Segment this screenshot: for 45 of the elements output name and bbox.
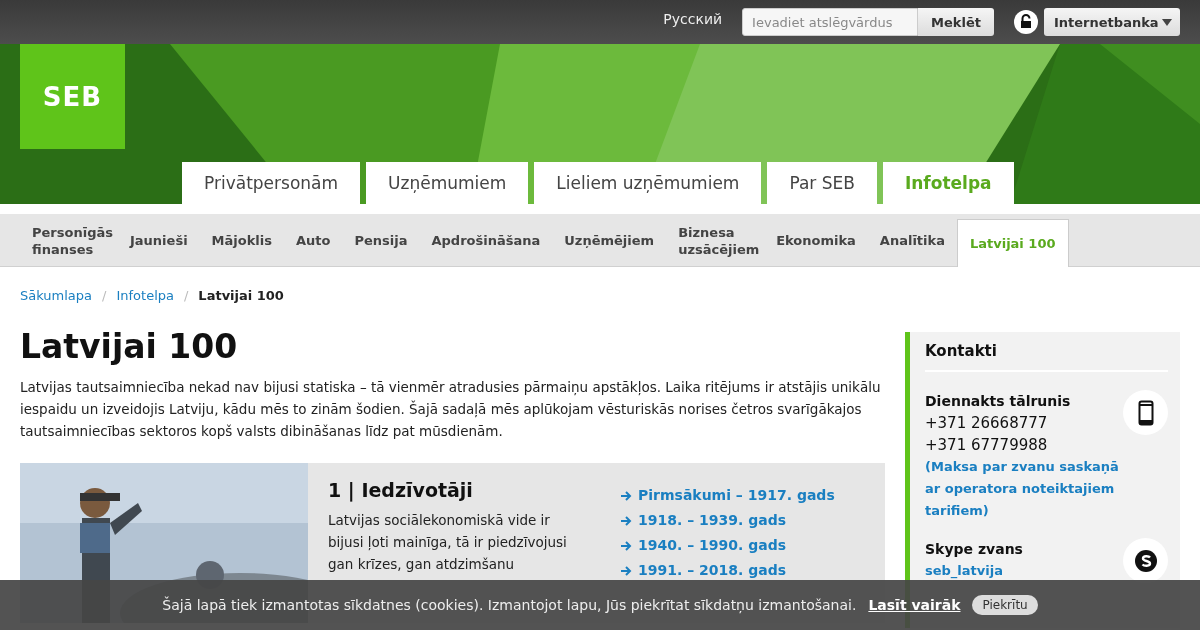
breadcrumb-separator: / xyxy=(102,288,107,303)
current-page-label: Latvijai 100 xyxy=(198,288,284,303)
lock-icon xyxy=(1014,10,1038,34)
breadcrumb-link[interactable]: Sākumlapa xyxy=(20,288,93,303)
contact-link[interactable]: seb_latvija xyxy=(925,560,1023,582)
language-link[interactable]: Русский xyxy=(663,11,723,27)
arrow-icon xyxy=(620,540,632,551)
page-title: Latvijai 100 xyxy=(20,327,239,366)
sub-nav-tab[interactable]: Analītika xyxy=(867,214,957,267)
main-nav-tab[interactable]: Par SEB xyxy=(767,162,877,204)
breadcrumb-separator: / xyxy=(183,288,189,303)
arrow-icon xyxy=(620,565,632,576)
sub-nav-tab[interactable]: Jaunieši xyxy=(118,214,200,267)
cookie-text: Šajā lapā tiek izmantotas sīkdatnes (cookies). Izmantojot lapu, Jūs piekrītat sīkdatņu izmantošanai. xyxy=(162,597,857,613)
arrow-icon xyxy=(620,490,632,501)
caret-icon xyxy=(1162,18,1172,26)
sub-nav-tab[interactable]: Pensija xyxy=(342,214,420,267)
breadcrumb-link[interactable]: Infotelpa xyxy=(116,288,174,303)
contact-label: Diennakts tālrunis xyxy=(925,392,1072,411)
main-nav-tab[interactable]: Uzņēmumiem xyxy=(366,162,529,204)
skype-icon xyxy=(1133,548,1158,573)
read-more-link[interactable]: Lasīt vairāk xyxy=(868,597,961,613)
main-nav-tab[interactable]: Lieliem uzņēmumiem xyxy=(534,162,762,204)
sub-nav-tab[interactable]: Mājoklis xyxy=(199,214,284,267)
contact-link[interactable]: (Maksa par zvanu saskaņā ar operatora noteiktajiem tarifiem) xyxy=(925,456,1123,522)
arrow-icon xyxy=(620,515,632,526)
sub-nav-tab[interactable]: Apdrošināšana xyxy=(419,214,553,267)
phone-number: +371 26668777 xyxy=(925,413,1049,434)
sub-nav-tab[interactable]: Personīgās finanses xyxy=(20,214,118,267)
internet-bank-dropdown[interactable]: Internetbanka xyxy=(1044,8,1180,36)
card-text: Latvijas sociālekonomiskā vide ir bijusi ļoti mainīga, tā ir piedzīvojusi gan krīzes, gan atdzimšanu xyxy=(328,511,568,574)
sub-nav-tab[interactable]: Auto xyxy=(284,214,343,267)
contact-label: Skype zvans xyxy=(925,540,1023,559)
search-field[interactable]: Ievadiet atslēgvārdus xyxy=(742,8,919,36)
panel-title: Kontakti xyxy=(925,342,1168,372)
phone-icon xyxy=(1137,399,1154,426)
sub-nav-tab[interactable]: Ekonomika xyxy=(764,214,868,267)
sub-nav-tab[interactable]: Uzņēmējiem xyxy=(552,214,667,267)
card-heading: 1 | Iedzīvotāji xyxy=(328,479,474,501)
phone-number: +371 67779988 xyxy=(925,435,1049,456)
accept-button[interactable]: Piekrītu xyxy=(972,595,1038,615)
sub-nav-tab[interactable]: Biznesa uzsācējiem xyxy=(666,214,765,267)
intro-paragraph: Latvijas tautsaimniecība nekad nav bijusi statiska – tā vienmēr atradusies pārmaiņu apstākļos. Laika ritējums ir atstājis unikālu iespaidu un izveidojis Latviju, kādu mēs to zinām šodien. Šajā sadaļā mēs aplūkojam vēsturiskās norises četros svarīgākajos tautsaimniecības sektoros kopš valsts dibināšanas līdz pat mūsdienām. xyxy=(20,378,882,441)
search-button[interactable]: Meklēt xyxy=(918,8,994,36)
main-nav-tab[interactable]: Privātpersonām xyxy=(182,162,361,204)
